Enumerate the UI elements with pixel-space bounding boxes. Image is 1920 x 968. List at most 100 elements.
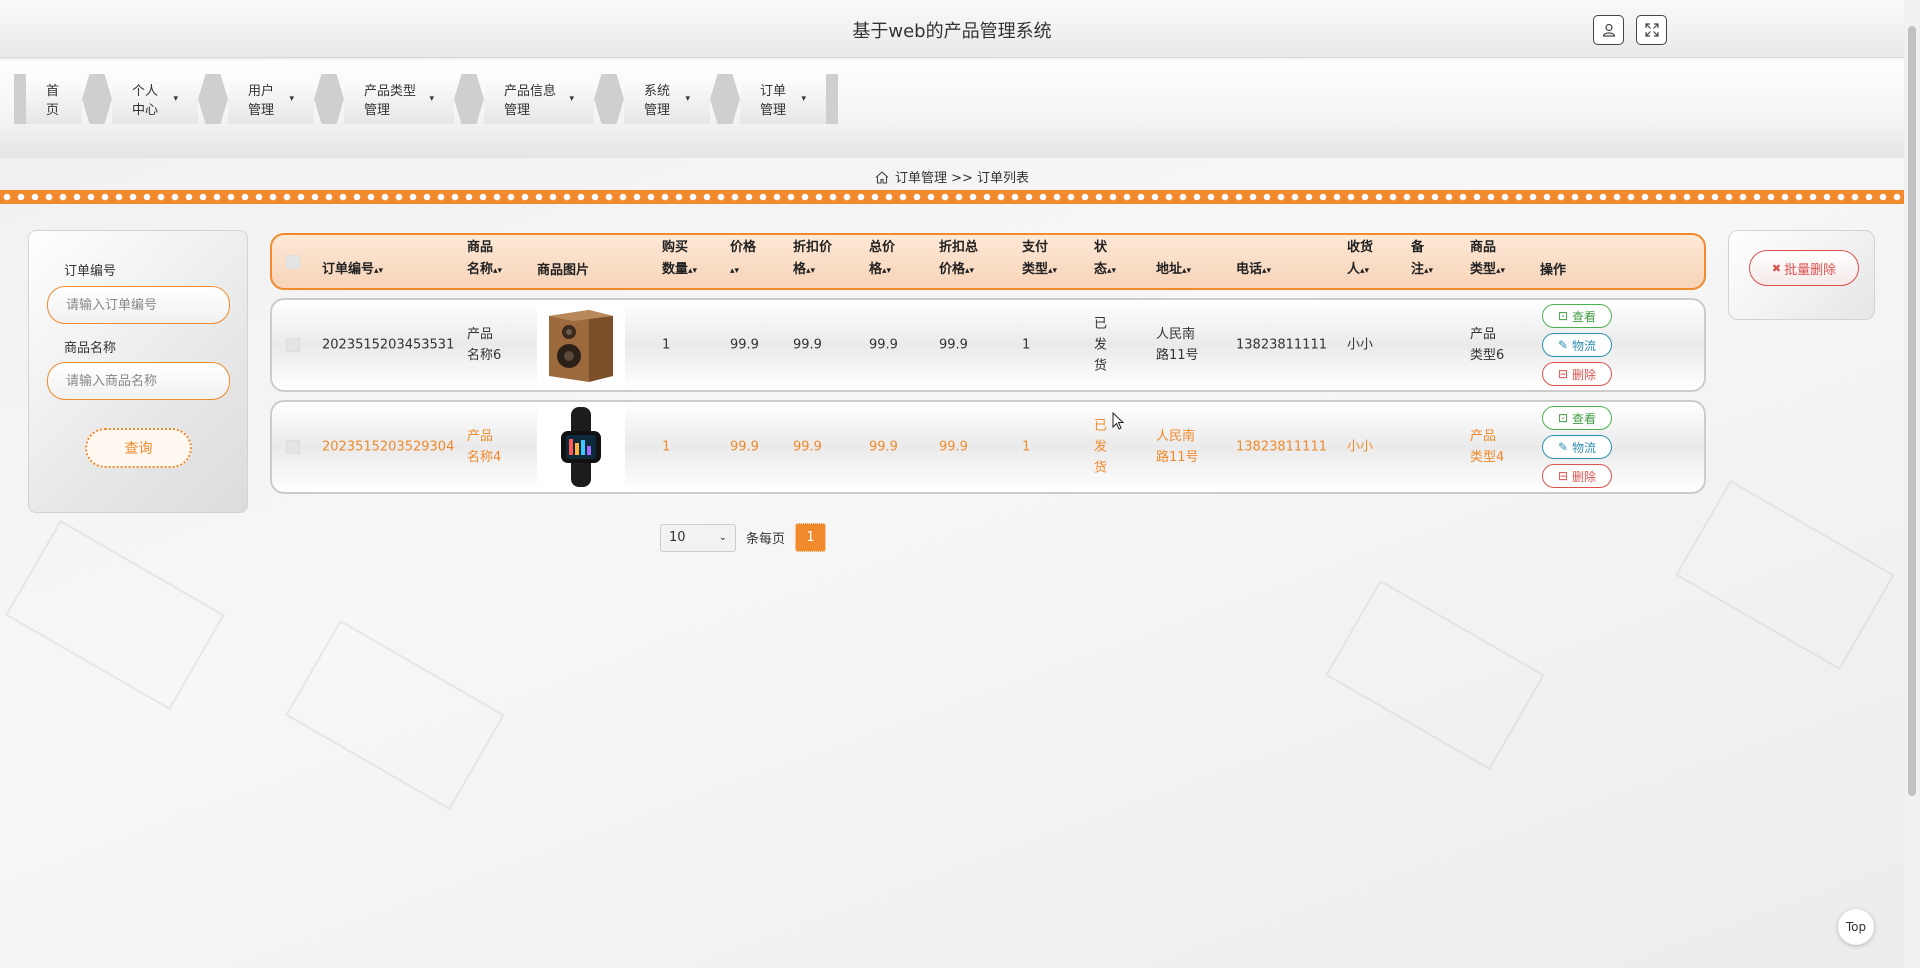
bg-hexagon [5,519,225,711]
fullscreen-icon[interactable] [1636,15,1667,45]
bg-hexagon [285,619,505,811]
nav-home[interactable]: 首页 [26,74,82,124]
nav-personal-center[interactable]: 个人中心 ▾ [112,74,198,124]
cell-status: 已发货 [1094,314,1107,377]
cell-price: 99.9 [730,439,759,455]
back-to-top-button[interactable]: Top [1838,909,1874,945]
order-no-label: 订单编号 [64,264,117,279]
row-actions: ⊡ 查看 ✎ 物流 ⊟ 删除 [1542,304,1612,386]
sort-icon: ▴▾ [688,266,698,276]
cell-discount-total: 99.9 [939,439,968,455]
table-row[interactable]: 2023515203529304 产品 名称4 1 99.9 99.9 99.9 … [270,400,1706,494]
page-size-value: 10 [669,530,686,545]
sort-icon: ▴▾ [1424,266,1434,276]
header-label: 折扣价 [793,240,833,255]
view-icon: ⊡ [1557,411,1569,425]
cell-receiver: 小小 [1347,439,1374,455]
page-size-select[interactable]: 10 ⌄ [660,523,736,552]
row-checkbox[interactable] [286,338,300,352]
button-label: 物流 [1572,338,1597,353]
minus-box-icon: ⊟ [1557,367,1569,381]
header-label: 支付 [1022,240,1049,255]
col-status[interactable]: 状态▴▾ [1094,237,1116,282]
query-button[interactable]: 查询 [85,428,192,468]
order-no-input[interactable] [47,286,230,324]
home-icon[interactable] [875,171,889,188]
col-price[interactable]: 价格 ▴▾ [730,237,756,282]
scrollbar[interactable] [1904,0,1920,968]
cell-pay-type: 1 [1022,337,1031,353]
table-row[interactable]: 2023515203453531 产品 名称6 1 99.9 99.9 99.9 … [270,298,1706,392]
product-image-speaker[interactable] [537,301,625,389]
logistics-button[interactable]: ✎ 物流 [1542,435,1612,459]
batch-delete-button[interactable]: ✖ 批量删除 [1749,250,1859,286]
cell-price: 99.9 [730,337,759,353]
col-address[interactable]: 地址▴▾ [1156,259,1191,282]
col-pay-type[interactable]: 支付 类型▴▾ [1022,237,1057,282]
cell-product-name: 产品 名称4 [467,426,501,468]
header-label: 人 [1347,262,1361,277]
header-label: 格 [793,262,807,277]
view-button[interactable]: ⊡ 查看 [1542,304,1612,328]
product-name-input[interactable] [47,362,230,400]
nav-order-management[interactable]: 订单管理 ▾ [740,74,826,124]
product-image-smartwatch[interactable] [537,403,625,491]
header-label: 格 [869,262,883,277]
sort-icon: ▴▾ [493,266,503,276]
caret-down-icon: ▾ [685,94,690,104]
col-product-image: 商品图片 [537,260,589,282]
header-label: 商品 [467,240,494,255]
nav-separator [314,74,344,124]
cell-order-no: 2023515203453531 [322,337,455,353]
cell-discount-total: 99.9 [939,337,968,353]
cell-text: 产品 [1470,327,1497,342]
col-quantity[interactable]: 购买 数量▴▾ [662,237,697,282]
nav-user-management[interactable]: 用户管理 ▾ [228,74,314,124]
sort-icon: ▴▾ [965,266,975,276]
scrollbar-thumb[interactable] [1908,26,1916,796]
col-discount-total[interactable]: 折扣总 价格▴▾ [939,237,978,282]
cell-text: 名称4 [467,450,502,465]
delete-button[interactable]: ⊟ 删除 [1542,362,1612,386]
table-header: 订单编号▴▾ 商品 名称▴▾ 商品图片 购买 数量▴▾ 价格 ▴▾ 折扣价格 ▴▾ 总价… [270,233,1706,290]
header-label: 总价 [869,240,896,255]
view-button[interactable]: ⊡ 查看 [1542,406,1612,430]
nav-separator [198,74,228,124]
col-phone[interactable]: 电话▴▾ [1236,259,1271,282]
button-label: 删除 [1572,469,1597,484]
caret-down-icon: ▾ [429,94,434,104]
col-discount-price[interactable]: 折扣价 格▴▾ [793,237,832,282]
nav-product-info-management[interactable]: 产品信息管理 ▾ [484,74,594,124]
nav-system-management[interactable]: 系统管理 ▾ [624,74,710,124]
delete-button[interactable]: ⊟ 删除 [1542,464,1612,488]
col-order-no[interactable]: 订单编号▴▾ [322,259,383,282]
cell-product-type: 产品 类型6 [1470,324,1504,366]
cell-product-type: 产品 类型4 [1470,426,1504,468]
col-total[interactable]: 总价 格▴▾ [869,237,895,282]
nav-label: 个人中心 [132,84,159,118]
user-icon[interactable] [1593,15,1624,45]
pagination: 10 ⌄ 条每页 1 [660,523,827,552]
col-receiver[interactable]: 收货 人▴▾ [1347,237,1373,282]
cell-text: 路11号 [1156,348,1199,363]
caret-down-icon: ▾ [173,94,178,104]
col-actions: 操作 [1540,260,1566,282]
row-checkbox[interactable] [286,440,300,454]
logistics-button[interactable]: ✎ 物流 [1542,333,1612,357]
nav-area: 首页 个人中心 ▾ 用户管理 ▾ 产品类型管理 ▾ 产品信息管理 ▾ 系统管理 ▾ 订单管… [0,60,1904,158]
col-product-name[interactable]: 商品 名称▴▾ [467,237,502,282]
page-button-current[interactable]: 1 [795,523,827,552]
col-remark[interactable]: 备注▴▾ [1411,237,1433,282]
sort-icon: ▴▾ [1262,266,1272,276]
cell-text: 发 [1094,439,1108,455]
nav-label: 产品信息管理 [504,84,557,118]
header-label: 态 [1094,262,1108,277]
cell-text: 名称6 [467,348,502,363]
mouse-cursor-icon [1112,411,1125,434]
col-product-type[interactable]: 商品 类型▴▾ [1470,237,1505,282]
sort-icon: ▴▾ [1107,266,1117,276]
edit-icon: ✎ [1557,440,1569,454]
nav-product-type-management[interactable]: 产品类型管理 ▾ [344,74,454,124]
header-label: 商品图片 [537,263,590,278]
select-all-checkbox[interactable] [286,254,300,269]
